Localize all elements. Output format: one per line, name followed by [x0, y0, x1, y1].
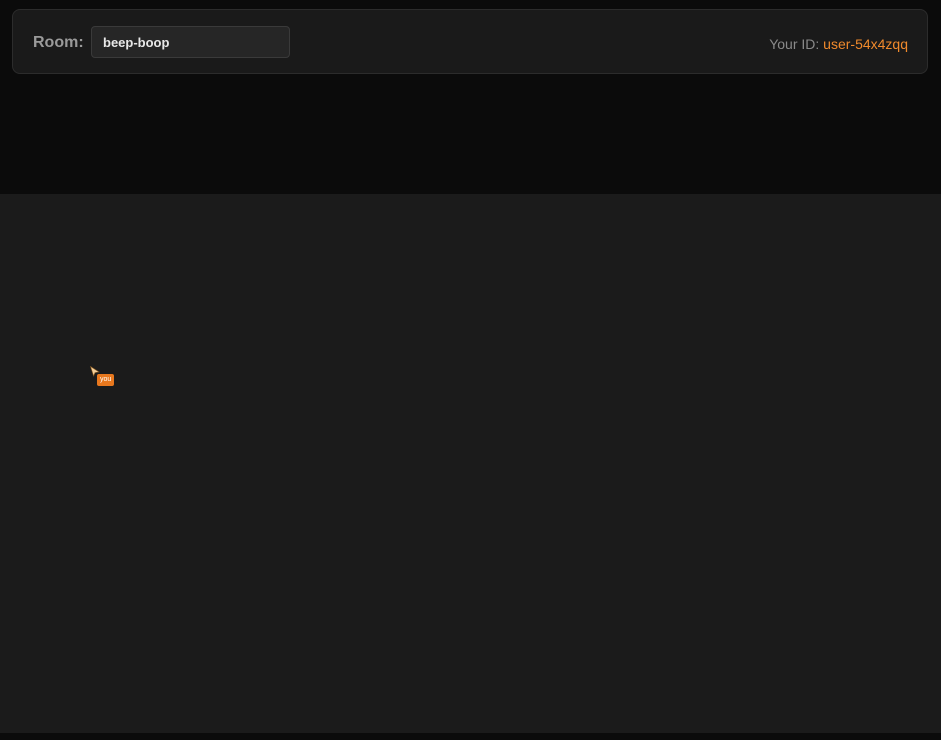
- user-id-display: Your ID: user-54x4zqq: [769, 35, 908, 53]
- user-id-value: user-54x4zqq: [823, 36, 908, 52]
- app-root: Room: Your ID: user-54x4zqq you: [0, 0, 941, 740]
- header-bar: Room: Your ID: user-54x4zqq: [12, 9, 928, 74]
- user-cursor: you: [90, 366, 120, 390]
- room-label: Room:: [33, 34, 84, 51]
- cursor-label: you: [97, 374, 115, 386]
- room-input[interactable]: [91, 26, 290, 58]
- user-id-label: Your ID:: [769, 36, 820, 52]
- shared-canvas[interactable]: [0, 194, 941, 733]
